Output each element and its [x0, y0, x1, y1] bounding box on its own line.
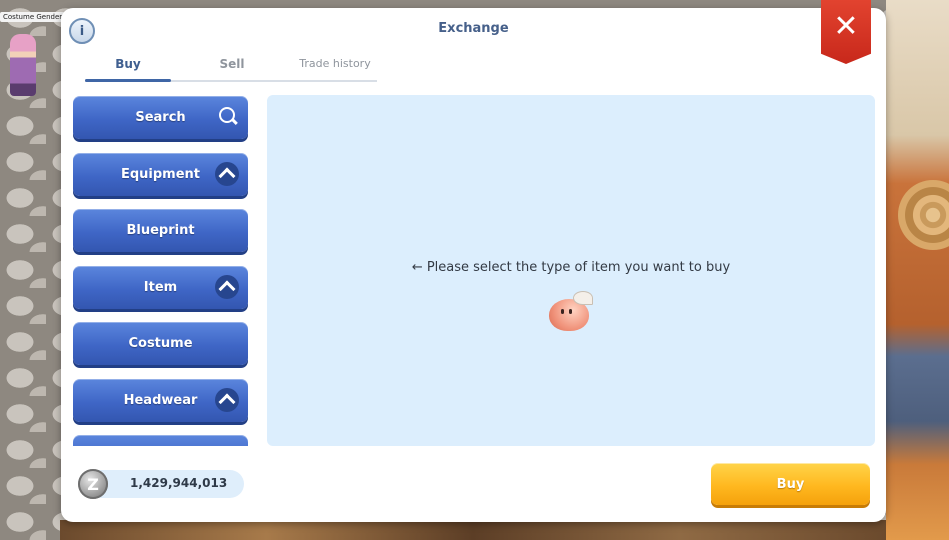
chevron-up-icon[interactable]	[215, 387, 239, 412]
player-character[interactable]	[10, 34, 36, 96]
chevron-up-icon[interactable]	[215, 274, 239, 299]
category-search-button[interactable]: Search	[73, 96, 248, 139]
tab-trade-history[interactable]: Trade history	[293, 54, 377, 78]
select-type-prompt: ← Please select the type of item you wan…	[411, 260, 731, 275]
chevron-up-icon[interactable]	[215, 161, 239, 186]
category-label: Equipment	[120, 166, 201, 182]
tab-buy[interactable]: Buy	[85, 54, 171, 82]
window-title: Exchange	[438, 21, 509, 36]
poring-icon	[545, 291, 593, 333]
zeny-balance: Z 1,429,944,013	[78, 469, 244, 499]
item-list-area: ← Please select the type of item you wan…	[267, 95, 875, 446]
building-roof	[886, 0, 949, 540]
category-label: Search	[135, 110, 186, 125]
category-headwear-button[interactable]: Headwear	[73, 378, 248, 422]
category-label: Costume	[128, 336, 193, 351]
category-partial-button[interactable]	[73, 435, 248, 446]
tab-bar: Buy Sell Trade history	[85, 52, 377, 82]
category-label: Item	[143, 279, 178, 295]
category-label: Headwear	[123, 392, 198, 408]
exchange-window: i Exchange ✕ Buy Sell Trade history Sear…	[61, 0, 886, 522]
category-label: Blueprint	[126, 223, 195, 238]
player-name-label: Costume Gender	[0, 12, 66, 22]
category-item-button[interactable]: Item	[73, 265, 248, 309]
category-list[interactable]: Search Equipment Blueprint Item Costume …	[73, 96, 251, 446]
zeny-amount: 1,429,944,013	[130, 476, 228, 490]
close-icon: ✕	[833, 9, 859, 44]
market-stalls	[60, 520, 886, 540]
search-icon	[217, 105, 239, 127]
category-blueprint-button[interactable]: Blueprint	[73, 209, 248, 252]
category-equipment-button[interactable]: Equipment	[73, 152, 248, 196]
tab-sell[interactable]: Sell	[197, 54, 267, 78]
zeny-coin-icon: Z	[78, 469, 108, 499]
close-button[interactable]: ✕	[821, 0, 871, 64]
category-costume-button[interactable]: Costume	[73, 322, 248, 365]
buy-button[interactable]: Buy	[711, 463, 870, 505]
